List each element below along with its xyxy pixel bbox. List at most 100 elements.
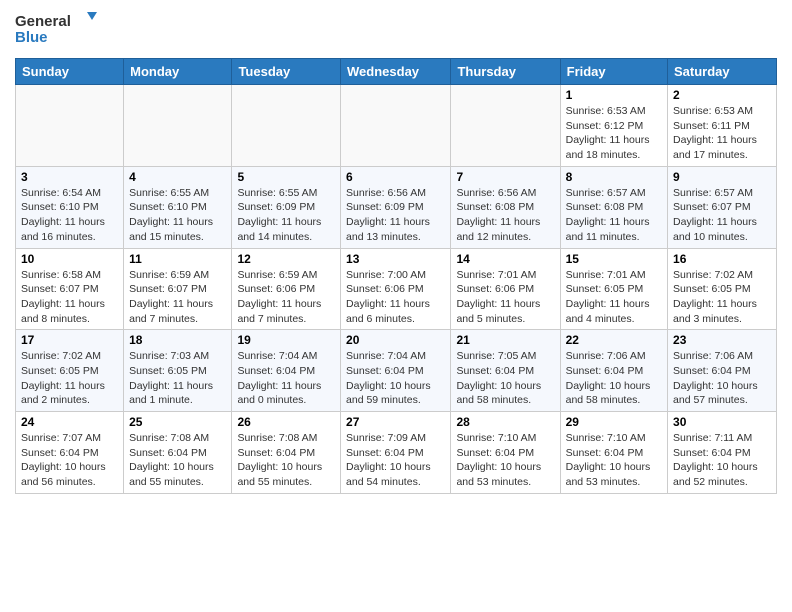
calendar-cell: 29 Sunrise: 7:10 AM Sunset: 6:04 PM Dayli… [560, 412, 667, 494]
calendar-cell: 4Sunrise: 6:55 AM Sunset: 6:10 PM Daylig… [124, 166, 232, 248]
calendar-cell: 14 Sunrise: 7:01 AM Sunset: 6:06 PM Dayli… [451, 248, 560, 330]
calendar-week-row: 24 Sunrise: 7:07 AM Sunset: 6:04 PM Dayli… [16, 412, 777, 494]
day-info: Sunrise: 6:53 AM Sunset: 6:12 PM Dayligh… [566, 104, 662, 163]
day-number: 30 [673, 415, 771, 429]
calendar-cell: 3 Sunrise: 6:54 AM Sunset: 6:10 PM Daylig… [16, 166, 124, 248]
day-info: Sunrise: 6:58 AM Sunset: 6:07 PM Dayligh… [21, 268, 118, 327]
day-number: 17 [21, 333, 118, 347]
day-number: 8 [566, 170, 662, 184]
calendar-cell [124, 85, 232, 167]
day-info: Sunrise: 6:59 AM Sunset: 6:07 PM Dayligh… [129, 268, 226, 327]
day-number: 16 [673, 252, 771, 266]
day-number: 2 [673, 88, 771, 102]
day-number: 24 [21, 415, 118, 429]
day-info: Sunrise: 6:56 AM Sunset: 6:09 PM Dayligh… [346, 186, 445, 245]
calendar-week-row: 3 Sunrise: 6:54 AM Sunset: 6:10 PM Daylig… [16, 166, 777, 248]
day-info: Sunrise: 6:57 AM Sunset: 6:08 PM Dayligh… [566, 186, 662, 245]
weekday-header: Sunday [16, 59, 124, 85]
calendar-cell: 9 Sunrise: 6:57 AM Sunset: 6:07 PM Daylig… [668, 166, 777, 248]
calendar-cell: 27 Sunrise: 7:09 AM Sunset: 6:04 PM Dayli… [341, 412, 451, 494]
day-info: Sunrise: 7:09 AM Sunset: 6:04 PM Dayligh… [346, 431, 445, 490]
day-info: Sunrise: 6:54 AM Sunset: 6:10 PM Dayligh… [21, 186, 118, 245]
page: GeneralBlue SundayMondayTuesdayWednesday… [0, 0, 792, 509]
day-number: 15 [566, 252, 662, 266]
day-info: Sunrise: 7:06 AM Sunset: 6:04 PM Dayligh… [673, 349, 771, 408]
day-info: Sunrise: 6:55 AM Sunset: 6:09 PM Dayligh… [237, 186, 335, 245]
day-number: 27 [346, 415, 445, 429]
day-info: Sunrise: 7:07 AM Sunset: 6:04 PM Dayligh… [21, 431, 118, 490]
day-info: Sunrise: 7:06 AM Sunset: 6:04 PM Dayligh… [566, 349, 662, 408]
day-info: Sunrise: 7:04 AM Sunset: 6:04 PM Dayligh… [346, 349, 445, 408]
day-info: Sunrise: 7:08 AM Sunset: 6:04 PM Dayligh… [237, 431, 335, 490]
day-number: 20 [346, 333, 445, 347]
weekday-header: Tuesday [232, 59, 341, 85]
calendar-cell: 2 Sunrise: 6:53 AM Sunset: 6:11 PM Daylig… [668, 85, 777, 167]
calendar-table: SundayMondayTuesdayWednesdayThursdayFrid… [15, 58, 777, 494]
day-number: 26 [237, 415, 335, 429]
weekday-header: Thursday [451, 59, 560, 85]
day-number: 19 [237, 333, 335, 347]
day-info: Sunrise: 6:53 AM Sunset: 6:11 PM Dayligh… [673, 104, 771, 163]
calendar-cell: 5 Sunrise: 6:55 AM Sunset: 6:09 PM Daylig… [232, 166, 341, 248]
day-number: 12 [237, 252, 335, 266]
day-info: Sunrise: 7:02 AM Sunset: 6:05 PM Dayligh… [21, 349, 118, 408]
day-number: 28 [456, 415, 554, 429]
calendar-cell: 23 Sunrise: 7:06 AM Sunset: 6:04 PM Dayli… [668, 330, 777, 412]
day-info: Sunrise: 7:11 AM Sunset: 6:04 PM Dayligh… [673, 431, 771, 490]
calendar-cell [341, 85, 451, 167]
calendar-cell: 30 Sunrise: 7:11 AM Sunset: 6:04 PM Dayli… [668, 412, 777, 494]
day-number: 3 [21, 170, 118, 184]
calendar-week-row: 17 Sunrise: 7:02 AM Sunset: 6:05 PM Dayli… [16, 330, 777, 412]
svg-text:General: General [15, 13, 71, 30]
day-number: 7 [456, 170, 554, 184]
day-number: 18 [129, 333, 226, 347]
day-info: Sunrise: 7:01 AM Sunset: 6:05 PM Dayligh… [566, 268, 662, 327]
day-number: 23 [673, 333, 771, 347]
calendar-cell: 16 Sunrise: 7:02 AM Sunset: 6:05 PM Dayli… [668, 248, 777, 330]
calendar-cell: 19Sunrise: 7:04 AM Sunset: 6:04 PM Dayli… [232, 330, 341, 412]
calendar-cell: 11 Sunrise: 6:59 AM Sunset: 6:07 PM Dayli… [124, 248, 232, 330]
calendar-cell: 13Sunrise: 7:00 AM Sunset: 6:06 PM Dayli… [341, 248, 451, 330]
day-number: 5 [237, 170, 335, 184]
day-number: 9 [673, 170, 771, 184]
day-number: 21 [456, 333, 554, 347]
calendar-header-row: SundayMondayTuesdayWednesdayThursdayFrid… [16, 59, 777, 85]
day-number: 22 [566, 333, 662, 347]
calendar-cell: 17 Sunrise: 7:02 AM Sunset: 6:05 PM Dayli… [16, 330, 124, 412]
calendar-cell: 24 Sunrise: 7:07 AM Sunset: 6:04 PM Dayli… [16, 412, 124, 494]
calendar-week-row: 1 Sunrise: 6:53 AM Sunset: 6:12 PM Daylig… [16, 85, 777, 167]
day-number: 29 [566, 415, 662, 429]
weekday-header: Monday [124, 59, 232, 85]
calendar-cell: 22 Sunrise: 7:06 AM Sunset: 6:04 PM Dayli… [560, 330, 667, 412]
weekday-header: Friday [560, 59, 667, 85]
day-info: Sunrise: 7:01 AM Sunset: 6:06 PM Dayligh… [456, 268, 554, 327]
day-info: Sunrise: 6:57 AM Sunset: 6:07 PM Dayligh… [673, 186, 771, 245]
day-info: Sunrise: 7:10 AM Sunset: 6:04 PM Dayligh… [566, 431, 662, 490]
day-info: Sunrise: 6:56 AM Sunset: 6:08 PM Dayligh… [456, 186, 554, 245]
calendar-cell: 8 Sunrise: 6:57 AM Sunset: 6:08 PM Daylig… [560, 166, 667, 248]
calendar-cell: 15 Sunrise: 7:01 AM Sunset: 6:05 PM Dayli… [560, 248, 667, 330]
weekday-header: Saturday [668, 59, 777, 85]
calendar-cell: 25Sunrise: 7:08 AM Sunset: 6:04 PM Dayli… [124, 412, 232, 494]
day-number: 14 [456, 252, 554, 266]
calendar-cell: 18 Sunrise: 7:03 AM Sunset: 6:05 PM Dayli… [124, 330, 232, 412]
day-number: 1 [566, 88, 662, 102]
day-info: Sunrise: 6:55 AM Sunset: 6:10 PM Dayligh… [129, 186, 226, 245]
day-number: 10 [21, 252, 118, 266]
calendar-cell: 10 Sunrise: 6:58 AM Sunset: 6:07 PM Dayli… [16, 248, 124, 330]
weekday-header: Wednesday [341, 59, 451, 85]
day-info: Sunrise: 7:10 AM Sunset: 6:04 PM Dayligh… [456, 431, 554, 490]
calendar-cell: 6 Sunrise: 6:56 AM Sunset: 6:09 PM Daylig… [341, 166, 451, 248]
day-info: Sunrise: 7:02 AM Sunset: 6:05 PM Dayligh… [673, 268, 771, 327]
header: GeneralBlue [15, 10, 777, 50]
day-info: Sunrise: 7:05 AM Sunset: 6:04 PM Dayligh… [456, 349, 554, 408]
calendar-cell: 7 Sunrise: 6:56 AM Sunset: 6:08 PM Daylig… [451, 166, 560, 248]
calendar-cell: 26 Sunrise: 7:08 AM Sunset: 6:04 PM Dayli… [232, 412, 341, 494]
svg-text:Blue: Blue [15, 29, 48, 46]
day-number: 11 [129, 252, 226, 266]
logo: GeneralBlue [15, 10, 110, 50]
calendar-cell: 21 Sunrise: 7:05 AM Sunset: 6:04 PM Dayli… [451, 330, 560, 412]
day-info: Sunrise: 6:59 AM Sunset: 6:06 PM Dayligh… [237, 268, 335, 327]
day-number: 6 [346, 170, 445, 184]
day-info: Sunrise: 7:03 AM Sunset: 6:05 PM Dayligh… [129, 349, 226, 408]
